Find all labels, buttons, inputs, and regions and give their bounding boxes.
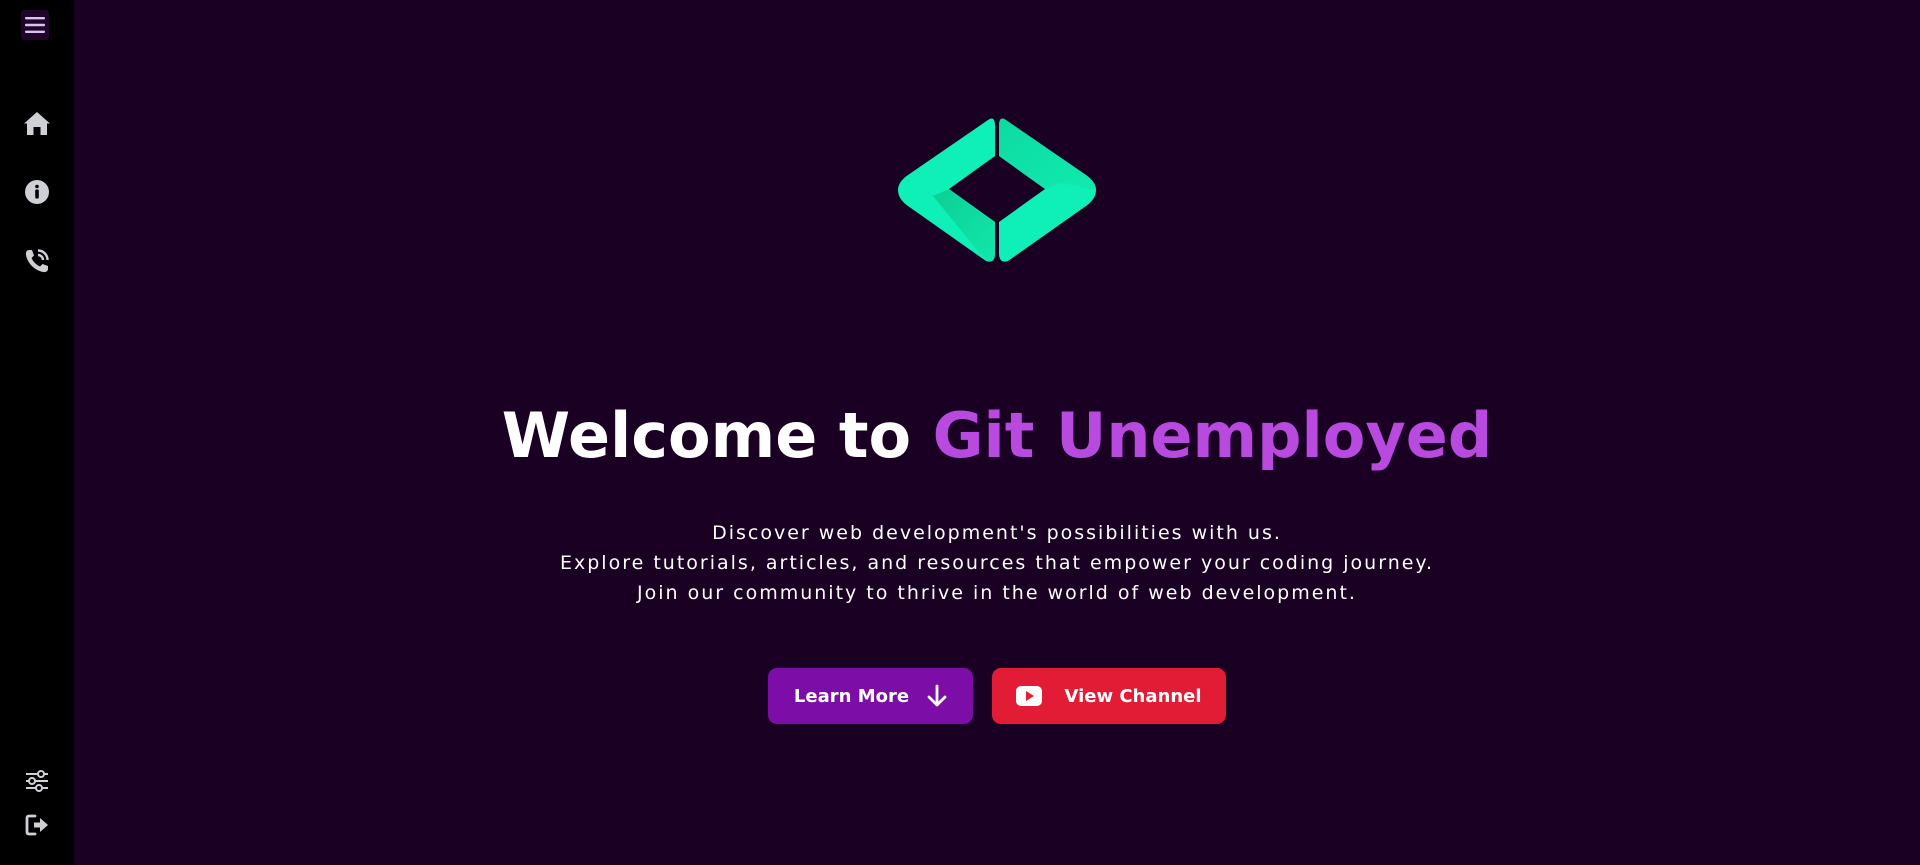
hero-description: Discover web development's possibilities…	[74, 518, 1920, 608]
learn-more-button[interactable]: Learn More	[768, 668, 973, 724]
view-channel-button[interactable]: View Channel	[992, 668, 1226, 724]
logout-icon[interactable]	[22, 810, 52, 840]
settings-sliders-icon[interactable]	[22, 766, 52, 796]
page-title: Welcome to Git Unemployed	[74, 396, 1920, 476]
info-icon[interactable]	[22, 177, 52, 207]
hamburger-menu-icon[interactable]	[21, 10, 49, 40]
youtube-icon	[1016, 686, 1043, 706]
description-line: Explore tutorials, articles, and resourc…	[560, 552, 1434, 574]
arrow-down-icon	[927, 684, 947, 708]
learn-more-label: Learn More	[793, 685, 910, 707]
code-brackets-logo	[896, 116, 1098, 272]
sidebar	[0, 0, 74, 865]
title-brand-name: Git Unemployed	[932, 399, 1493, 472]
description-line: Discover web development's possibilities…	[712, 522, 1282, 544]
view-channel-label: View Channel	[1064, 685, 1202, 707]
description-line: Join our community to thrive in the worl…	[637, 582, 1357, 604]
phone-icon[interactable]	[22, 246, 52, 276]
title-prefix: Welcome to	[501, 399, 933, 472]
main-content: Welcome to Git Unemployed Discover web d…	[74, 0, 1920, 865]
home-icon[interactable]	[22, 108, 52, 138]
